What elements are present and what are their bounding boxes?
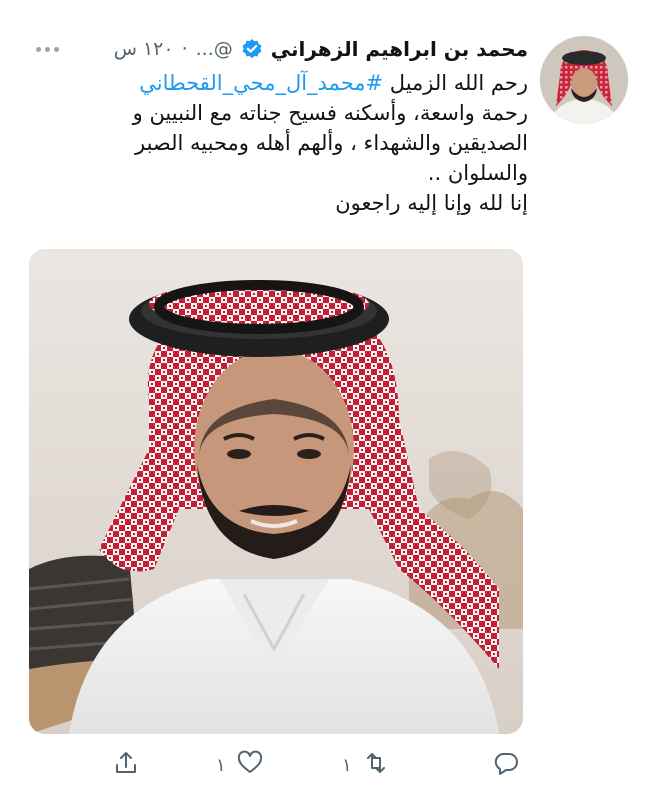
more-options-icon[interactable] — [30, 46, 65, 52]
tweet-actions: ١ ١ — [100, 748, 530, 782]
like-count: ١ — [216, 754, 226, 776]
share-button[interactable] — [112, 748, 140, 782]
reply-icon — [492, 749, 520, 781]
tweet-text-line-1: رحم الله الزميل #محمد_آل_محي_القحطاني — [30, 68, 528, 98]
tweet-text-line-4: والسلوان .. — [427, 161, 528, 185]
retweet-count: ١ — [342, 754, 352, 776]
separator-dot: · — [181, 38, 188, 60]
share-icon — [112, 749, 140, 781]
retweet-icon — [362, 749, 390, 781]
tweet-text-line-3: الصديقين والشهداء ، وألهم أهله ومحبيه ال… — [134, 131, 528, 155]
like-button[interactable]: ١ — [216, 748, 264, 782]
heart-icon — [236, 749, 264, 781]
tweet-photo[interactable] — [29, 249, 523, 734]
tweet-card[interactable]: محمد بن ابراهيم الزهراني ...@ · ١٢٠ س رح… — [0, 0, 655, 800]
hashtag-link[interactable]: #محمد_آل_محي_القحطاني — [139, 71, 383, 95]
tweet-text-line-5: إنا لله وإنا إليه راجعون — [335, 191, 528, 215]
tweet-timestamp[interactable]: ١٢٠ س — [114, 38, 174, 60]
avatar[interactable] — [540, 36, 628, 124]
reply-button[interactable] — [492, 748, 520, 782]
tweet-text-prefix: رحم الله الزميل — [383, 71, 528, 95]
tweet-text-line-2: رحمة واسعة، وأسكنه فسيح جناته مع النبيين… — [132, 101, 528, 125]
retweet-button[interactable]: ١ — [342, 748, 390, 782]
tweet-header: محمد بن ابراهيم الزهراني ...@ · ١٢٠ س — [30, 36, 528, 62]
author-handle[interactable]: ...@ — [196, 38, 233, 60]
verified-badge-icon — [241, 38, 263, 60]
tweet-text: رحم الله الزميل #محمد_آل_محي_القحطاني رح… — [30, 68, 528, 218]
author-display-name[interactable]: محمد بن ابراهيم الزهراني — [271, 37, 528, 61]
